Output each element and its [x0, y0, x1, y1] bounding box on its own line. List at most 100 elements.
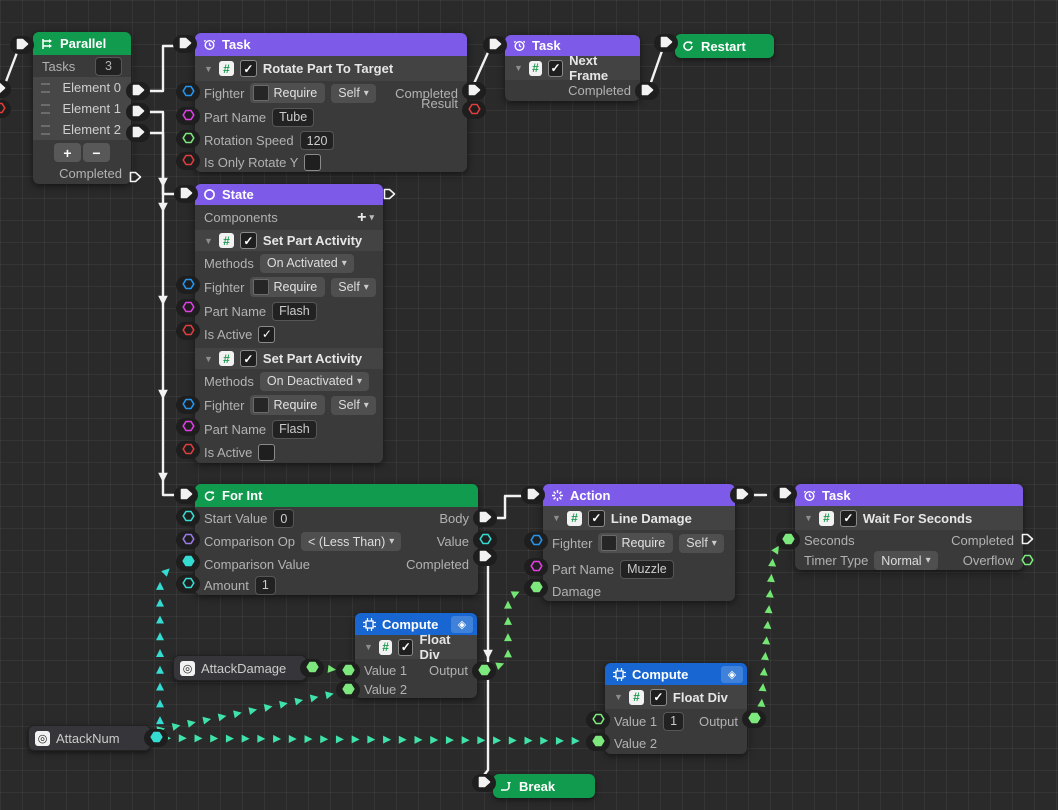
- collapse-icon[interactable]: ▼: [614, 692, 623, 702]
- start-value-field[interactable]: 0: [273, 509, 294, 528]
- output-port[interactable]: [472, 662, 496, 680]
- output-port[interactable]: [742, 710, 766, 728]
- drag-handle-icon[interactable]: [41, 83, 50, 93]
- part-name-port[interactable]: [176, 107, 200, 125]
- node-compute-1[interactable]: Compute ◈ ▼ # ✓ Float Div Value 1 Output…: [355, 613, 477, 698]
- list-item[interactable]: Element 1: [33, 98, 131, 119]
- for-int-in-port[interactable]: [174, 486, 198, 504]
- value1-field[interactable]: 1: [663, 712, 684, 731]
- fighter-port[interactable]: [176, 276, 200, 294]
- damage-port[interactable]: [524, 579, 548, 597]
- timer-type-dropdown[interactable]: Normal: [874, 551, 937, 570]
- rotate-y-checkbox[interactable]: [304, 154, 321, 171]
- element2-out-port[interactable]: [126, 124, 150, 142]
- edge-red-port[interactable]: [0, 100, 11, 118]
- fighter-port[interactable]: [176, 396, 200, 414]
- self-dropdown[interactable]: Self: [331, 278, 376, 297]
- node-attack-num[interactable]: ◎ AttackNum: [28, 725, 151, 751]
- state-in-port[interactable]: [174, 185, 198, 203]
- self-dropdown[interactable]: Self: [331, 84, 376, 103]
- collapse-icon[interactable]: ▼: [204, 236, 213, 246]
- node-parallel[interactable]: Parallel Tasks 3 Element 0 Element 1 Ele…: [33, 32, 131, 184]
- collapse-icon[interactable]: ▼: [804, 513, 813, 523]
- edge-exec-port[interactable]: [0, 80, 11, 98]
- add-element-button[interactable]: +: [54, 143, 81, 162]
- value1-port[interactable]: [586, 711, 610, 729]
- enabled-checkbox[interactable]: ✓: [240, 350, 257, 367]
- completed-out-port[interactable]: [635, 82, 659, 100]
- value1-port[interactable]: [336, 662, 360, 680]
- completed-out-port[interactable]: [473, 548, 497, 566]
- enabled-checkbox[interactable]: ✓: [240, 60, 257, 77]
- element1-out-port[interactable]: [126, 103, 150, 121]
- state-out-port[interactable]: [377, 186, 401, 204]
- task-in-port[interactable]: [773, 485, 797, 503]
- drag-handle-icon[interactable]: [41, 104, 50, 114]
- methods-dropdown[interactable]: On Deactivated: [260, 372, 369, 391]
- rotation-speed-field[interactable]: 120: [300, 131, 335, 150]
- part-name-port[interactable]: [524, 558, 548, 576]
- attack-num-out-port[interactable]: [144, 729, 168, 747]
- collapse-icon[interactable]: ▼: [204, 64, 213, 74]
- parallel-in-port[interactable]: [10, 36, 34, 54]
- enabled-checkbox[interactable]: ✓: [240, 232, 257, 249]
- methods-dropdown[interactable]: On Activated: [260, 254, 354, 273]
- action-out-port[interactable]: [730, 486, 754, 504]
- collapse-icon[interactable]: ▼: [204, 354, 213, 364]
- self-dropdown[interactable]: Self: [679, 534, 724, 553]
- diamond-button[interactable]: ◈: [721, 666, 743, 683]
- value2-port[interactable]: [336, 681, 360, 699]
- start-value-port[interactable]: [176, 508, 200, 526]
- result-out-port[interactable]: [462, 101, 486, 119]
- completed-out-port[interactable]: [462, 82, 486, 100]
- drag-handle-icon[interactable]: [41, 125, 50, 135]
- part-name-field[interactable]: Tube: [272, 108, 314, 127]
- fighter-port[interactable]: [524, 532, 548, 550]
- body-out-port[interactable]: [473, 509, 497, 527]
- require-toggle[interactable]: Require: [250, 83, 325, 103]
- enabled-checkbox[interactable]: ✓: [840, 510, 857, 527]
- completed-out-port[interactable]: [123, 169, 147, 187]
- require-toggle[interactable]: Require: [250, 277, 325, 297]
- fighter-port[interactable]: [176, 83, 200, 101]
- task-in-port[interactable]: [173, 35, 197, 53]
- node-attack-damage[interactable]: ◎ AttackDamage: [173, 655, 307, 681]
- node-for-int[interactable]: For Int Start Value 0 Body Comparison Op…: [195, 484, 478, 595]
- comparison-op-dropdown[interactable]: < (Less Than): [301, 532, 401, 551]
- value-out-port[interactable]: [473, 531, 497, 549]
- node-task-wait[interactable]: Task ▼ # ✓ Wait For Seconds Seconds Comp…: [795, 484, 1023, 570]
- attack-damage-out-port[interactable]: [300, 659, 324, 677]
- require-toggle[interactable]: Require: [598, 533, 673, 553]
- element0-out-port[interactable]: [126, 82, 150, 100]
- action-in-port[interactable]: [521, 486, 545, 504]
- collapse-icon[interactable]: ▼: [364, 642, 373, 652]
- part-name-field[interactable]: Flash: [272, 302, 317, 321]
- enabled-checkbox[interactable]: ✓: [548, 60, 563, 77]
- completed-out-port[interactable]: [1015, 531, 1039, 549]
- node-break[interactable]: Break: [493, 774, 595, 798]
- part-name-port[interactable]: [176, 299, 200, 317]
- amount-port[interactable]: [176, 575, 200, 593]
- node-state[interactable]: State Components + ▼ # ✓ Set Part Activi…: [195, 184, 383, 463]
- rotate-y-port[interactable]: [176, 152, 200, 170]
- is-active-checkbox[interactable]: ✓: [258, 326, 275, 343]
- collapse-icon[interactable]: ▼: [514, 63, 523, 73]
- part-name-field[interactable]: Muzzle: [620, 560, 674, 579]
- remove-element-button[interactable]: −: [83, 143, 110, 162]
- diamond-button[interactable]: ◈: [451, 616, 473, 633]
- node-task-next-frame[interactable]: Task ▼ # ✓ Next Frame Completed: [505, 35, 640, 101]
- break-in-port[interactable]: [472, 774, 496, 792]
- node-action[interactable]: Action ▼ # ✓ Line Damage Fighter Require…: [543, 484, 735, 601]
- is-active-port[interactable]: [176, 322, 200, 340]
- node-restart[interactable]: Restart: [675, 34, 774, 58]
- self-dropdown[interactable]: Self: [331, 396, 376, 415]
- collapse-icon[interactable]: ▼: [552, 513, 561, 523]
- restart-in-port[interactable]: [654, 34, 678, 52]
- amount-field[interactable]: 1: [255, 576, 276, 595]
- part-name-field[interactable]: Flash: [272, 420, 317, 439]
- node-compute-2[interactable]: Compute ◈ ▼ # ✓ Float Div Value 1 1 Outp…: [605, 663, 747, 754]
- enabled-checkbox[interactable]: ✓: [650, 689, 667, 706]
- add-component-button[interactable]: +: [357, 209, 374, 227]
- enabled-checkbox[interactable]: ✓: [398, 639, 413, 656]
- rotation-speed-port[interactable]: [176, 130, 200, 148]
